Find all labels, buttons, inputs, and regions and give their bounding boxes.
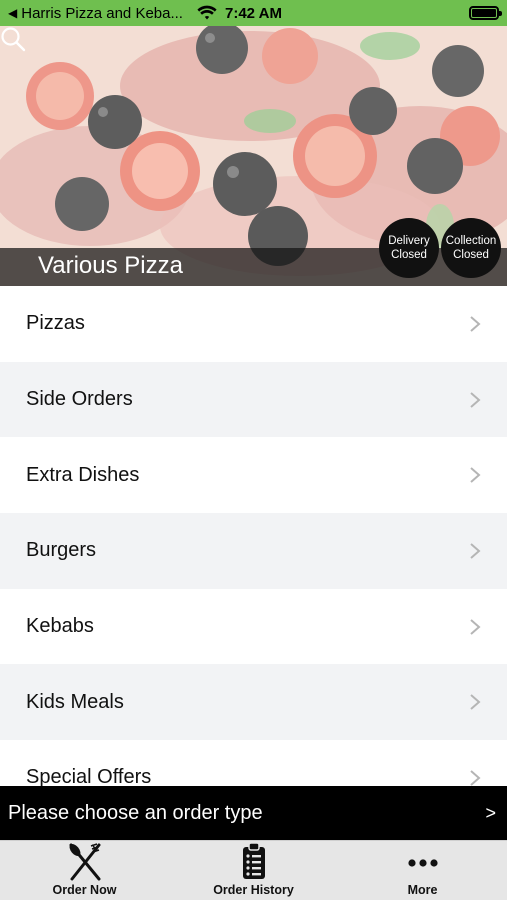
tab-order-history[interactable]: Order History (169, 841, 338, 900)
menu-item-label: Kids Meals (26, 690, 124, 713)
delivery-badge-line1: Delivery (388, 235, 430, 247)
tab-label: Order Now (52, 883, 117, 897)
menu-item-special-offers[interactable]: Special Offers (0, 740, 507, 786)
tab-label: Order History (213, 883, 294, 897)
chevron-right-icon (470, 391, 481, 408)
back-arrow-icon[interactable]: ◀ (8, 6, 17, 20)
chevron-right-icon (470, 770, 481, 786)
delivery-status-badge: Delivery Closed (379, 218, 439, 278)
collection-badge-line1: Collection (445, 235, 497, 247)
fork-knife-icon (65, 841, 105, 881)
choose-order-type-bar[interactable]: Please choose an order type > (0, 786, 507, 840)
clipboard-icon (234, 841, 274, 881)
order-bar-arrow-icon: > (485, 802, 496, 823)
back-app-name[interactable]: Harris Pizza and Keba... (21, 5, 183, 22)
menu-item-label: Kebabs (26, 615, 94, 638)
tab-more[interactable]: More (338, 841, 507, 900)
menu-item-label: Special Offers (26, 766, 152, 786)
search-icon[interactable] (0, 26, 26, 52)
menu-item-kebabs[interactable]: Kebabs (0, 588, 507, 665)
wifi-icon (197, 5, 217, 20)
menu-item-label: Extra Dishes (26, 463, 140, 486)
status-time: 7:42 AM (224, 4, 282, 22)
more-dots-icon (403, 841, 443, 881)
order-type-prompt: Please choose an order type (8, 801, 263, 824)
bottom-tab-bar: Order Now Order History More (0, 840, 507, 900)
menu-item-label: Pizzas (26, 312, 85, 335)
chevron-right-icon (470, 467, 481, 483)
battery-icon (469, 6, 502, 20)
tab-order-now[interactable]: Order Now (0, 841, 169, 900)
menu-item-side-orders[interactable]: Side Orders (0, 361, 507, 438)
menu-item-kids-meals[interactable]: Kids Meals (0, 664, 507, 741)
menu-category-list: Pizzas Side Orders Extra Dishes Burgers … (0, 286, 507, 786)
menu-item-label: Burgers (26, 539, 97, 562)
chevron-right-icon (470, 618, 481, 635)
menu-item-burgers[interactable]: Burgers (0, 513, 507, 589)
menu-item-pizzas[interactable]: Pizzas (0, 286, 507, 362)
tab-label: More (407, 883, 438, 897)
chevron-right-icon (470, 543, 481, 559)
page-title: Various Pizza (38, 252, 183, 279)
category-hero: Various Pizza Delivery Closed Collection… (0, 26, 507, 286)
status-bar: ◀ Harris Pizza and Keba... 7:42 AM (0, 0, 507, 26)
collection-status-badge: Collection Closed (441, 218, 501, 278)
menu-item-extra-dishes[interactable]: Extra Dishes (0, 437, 507, 514)
chevron-right-icon (470, 316, 481, 332)
collection-badge-line2: Closed (453, 249, 489, 261)
chevron-right-icon (470, 694, 481, 711)
menu-item-label: Side Orders (26, 388, 133, 411)
delivery-badge-line2: Closed (391, 249, 427, 261)
